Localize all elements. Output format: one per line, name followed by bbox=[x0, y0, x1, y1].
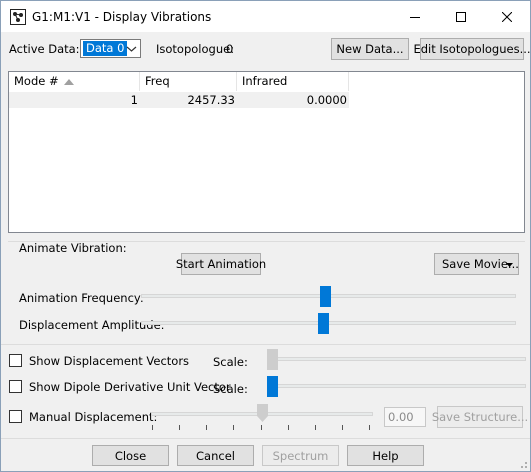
column-mode[interactable]: Mode # bbox=[9, 72, 140, 91]
spectrum-button[interactable]: Spectrum bbox=[262, 445, 339, 466]
slider-tick bbox=[152, 425, 153, 430]
slider-tick bbox=[369, 425, 370, 430]
slider-track bbox=[271, 384, 526, 388]
column-freq[interactable]: Freq bbox=[140, 72, 237, 91]
manual-displacement-label: Manual Displacement: bbox=[29, 410, 158, 424]
minimize-icon bbox=[410, 16, 420, 18]
slider-thumb[interactable] bbox=[318, 313, 329, 334]
window-title: G1:M1:V1 - Display Vibrations bbox=[32, 10, 212, 24]
slider-thumb[interactable] bbox=[267, 376, 278, 397]
active-data-label: Active Data: bbox=[9, 42, 80, 56]
minimize-button[interactable] bbox=[392, 1, 438, 32]
vectors-scale-label: Scale: bbox=[213, 355, 248, 369]
isotopologue-value: 0 bbox=[226, 42, 234, 56]
maximize-icon bbox=[456, 11, 466, 22]
active-data-value: Data 0 bbox=[83, 41, 128, 56]
close-button[interactable]: Close bbox=[92, 445, 169, 466]
show-dipole-vector-label: Show Dipole Derivative Unit Vector bbox=[29, 380, 231, 394]
slider-tick bbox=[288, 425, 289, 430]
show-displacement-vectors-label: Show Displacement Vectors bbox=[29, 354, 190, 368]
slider-thumb[interactable] bbox=[267, 349, 278, 370]
manual-displacement-checkbox[interactable] bbox=[9, 410, 22, 423]
slider-tick bbox=[179, 425, 180, 430]
separator bbox=[1, 344, 530, 345]
slider-tick bbox=[315, 425, 316, 430]
table-header: Mode # Freq Infrared bbox=[9, 72, 524, 91]
save-structure-button[interactable]: Save Structure... bbox=[432, 406, 528, 428]
slider-tick bbox=[342, 425, 343, 430]
slider-tick bbox=[233, 425, 234, 430]
cell-mode: 1 bbox=[130, 93, 138, 107]
column-infrared[interactable]: Infrared bbox=[237, 72, 349, 91]
edit-isotopologues-button[interactable]: Edit Isotopologues... bbox=[413, 38, 531, 60]
active-data-select[interactable]: Data 0 bbox=[80, 39, 141, 58]
start-animation-button[interactable]: Start Animation bbox=[176, 253, 266, 275]
table-row[interactable]: 1 2457.33 0.0000 bbox=[9, 92, 349, 108]
sort-ascending-icon bbox=[64, 79, 74, 85]
isotopologue-label: Isotopologue: bbox=[156, 42, 235, 56]
slider-thumb[interactable] bbox=[257, 404, 268, 422]
save-movie-button[interactable]: Save Movie... bbox=[434, 253, 519, 275]
cell-freq: 2457.33 bbox=[187, 93, 235, 107]
animate-vibration-label: Animate Vibration: bbox=[19, 241, 127, 255]
close-icon bbox=[502, 11, 512, 22]
slider-tick bbox=[206, 425, 207, 430]
separator bbox=[1, 438, 530, 439]
display-vibrations-window: G1:M1:V1 - Display Vibrations Active Dat… bbox=[0, 0, 531, 472]
dipole-scale-label: Scale: bbox=[213, 382, 248, 396]
cell-infrared: 0.0000 bbox=[306, 93, 347, 107]
column-mode-label: Mode # bbox=[14, 74, 59, 88]
resize-grip-icon[interactable] bbox=[518, 459, 528, 469]
cancel-button[interactable]: Cancel bbox=[177, 445, 254, 466]
show-dipole-vector-checkbox[interactable] bbox=[9, 380, 22, 393]
chevron-down-icon bbox=[126, 46, 137, 52]
title-bar: G1:M1:V1 - Display Vibrations bbox=[1, 1, 530, 32]
new-data-button[interactable]: New Data... bbox=[331, 38, 409, 60]
maximize-button[interactable] bbox=[438, 1, 484, 32]
animation-frequency-label: Animation Frequency: bbox=[19, 291, 144, 305]
show-displacement-vectors-checkbox[interactable] bbox=[9, 354, 22, 367]
help-button[interactable]: Help bbox=[347, 445, 424, 466]
slider-tick bbox=[261, 425, 262, 430]
vibration-modes-table[interactable]: Mode # Freq Infrared 1 2457.33 0.0000 bbox=[8, 71, 525, 233]
manual-displacement-value-field[interactable]: 0.00 bbox=[384, 407, 426, 427]
gaussview-icon bbox=[10, 9, 26, 25]
close-window-button[interactable] bbox=[484, 1, 530, 32]
slider-track bbox=[271, 357, 526, 361]
dropdown-arrow-icon bbox=[506, 263, 513, 267]
slider-thumb[interactable] bbox=[320, 286, 331, 307]
